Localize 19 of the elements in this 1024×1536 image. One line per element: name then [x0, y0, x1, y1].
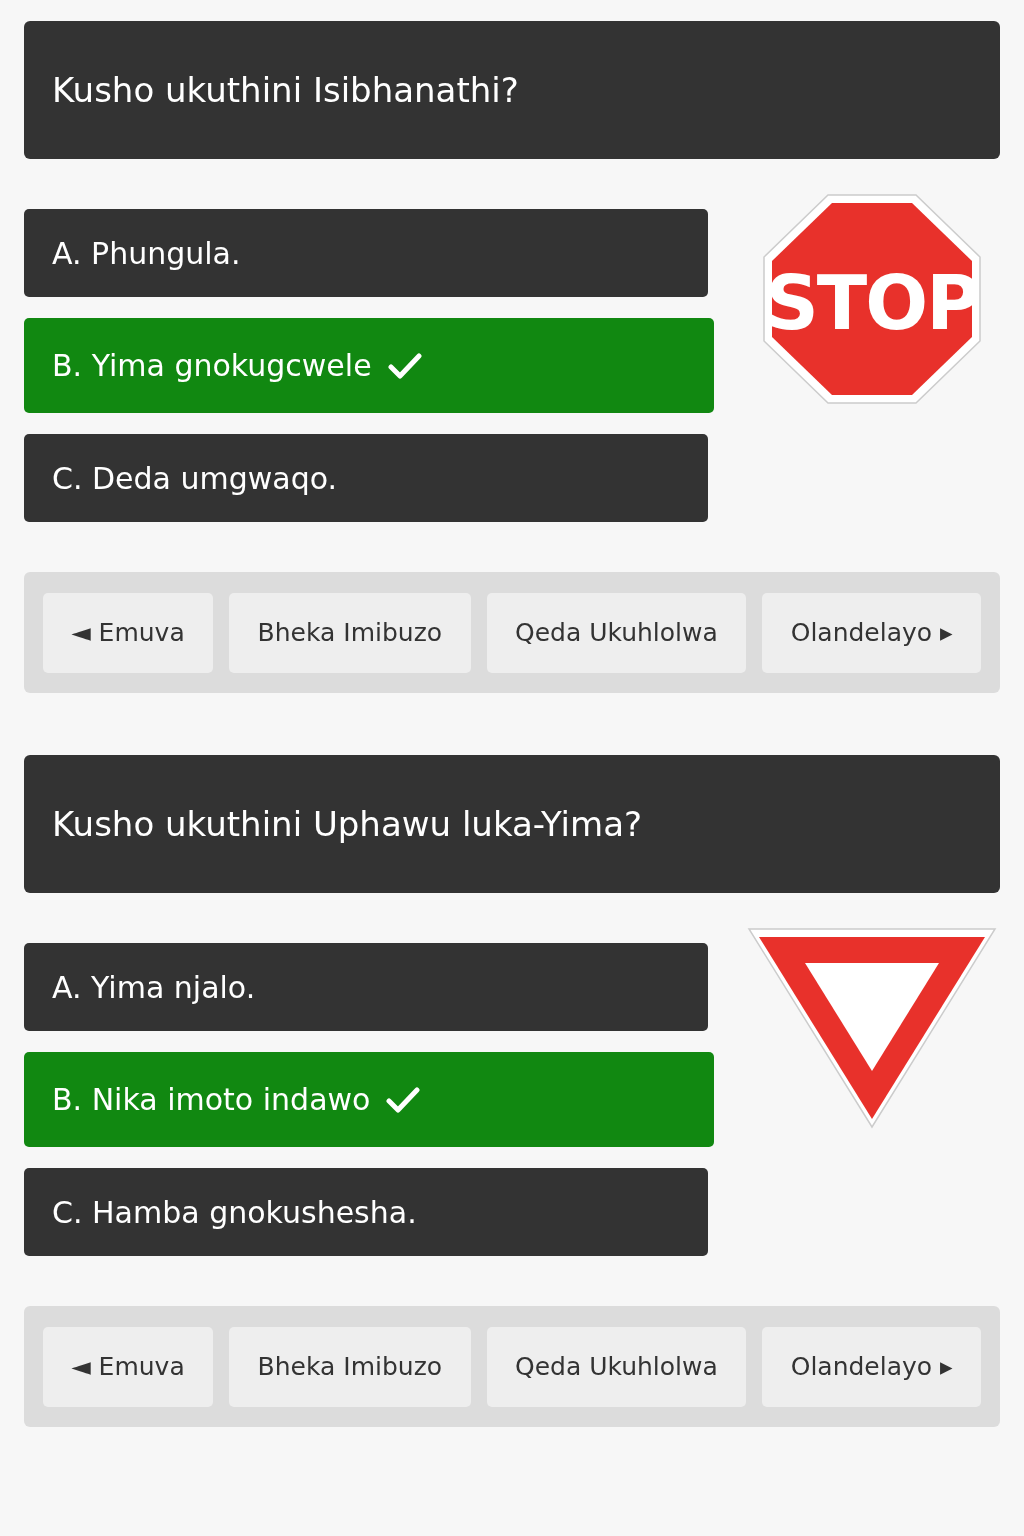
- answer-option[interactable]: A. Phungula.: [24, 209, 708, 297]
- question-heading: Kusho ukuthini Isibhanathi?: [24, 21, 1000, 159]
- nav-button[interactable]: Qeda Ukuhlolwa: [486, 1326, 747, 1407]
- sign-text: STOP: [765, 260, 979, 346]
- answer-option[interactable]: A. Yima njalo.: [24, 943, 708, 1031]
- nav-button[interactable]: ◄ Emuva: [43, 1326, 214, 1407]
- nav-button[interactable]: Olandelayo ▸: [762, 592, 982, 673]
- nav-button[interactable]: Bheka Imibuzo: [229, 592, 471, 673]
- nav-button[interactable]: Bheka Imibuzo: [229, 1326, 471, 1407]
- nav-button[interactable]: ◄ Emuva: [43, 592, 214, 673]
- checkmark-icon: [386, 1085, 421, 1114]
- answer-option[interactable]: B. Nika imoto indawo: [24, 1052, 714, 1147]
- nav-button[interactable]: Olandelayo ▸: [762, 1326, 982, 1407]
- checkmark-icon: [387, 351, 422, 380]
- answer-option[interactable]: C. Hamba gnokushesha.: [24, 1168, 708, 1256]
- answer-option[interactable]: C. Deda umgwaqo.: [24, 434, 708, 522]
- answer-option[interactable]: B. Yima gnokugcwele: [24, 318, 714, 413]
- nav-button[interactable]: Qeda Ukuhlolwa: [486, 592, 747, 673]
- question-heading: Kusho ukuthini Uphawu luka-Yima?: [24, 755, 1000, 893]
